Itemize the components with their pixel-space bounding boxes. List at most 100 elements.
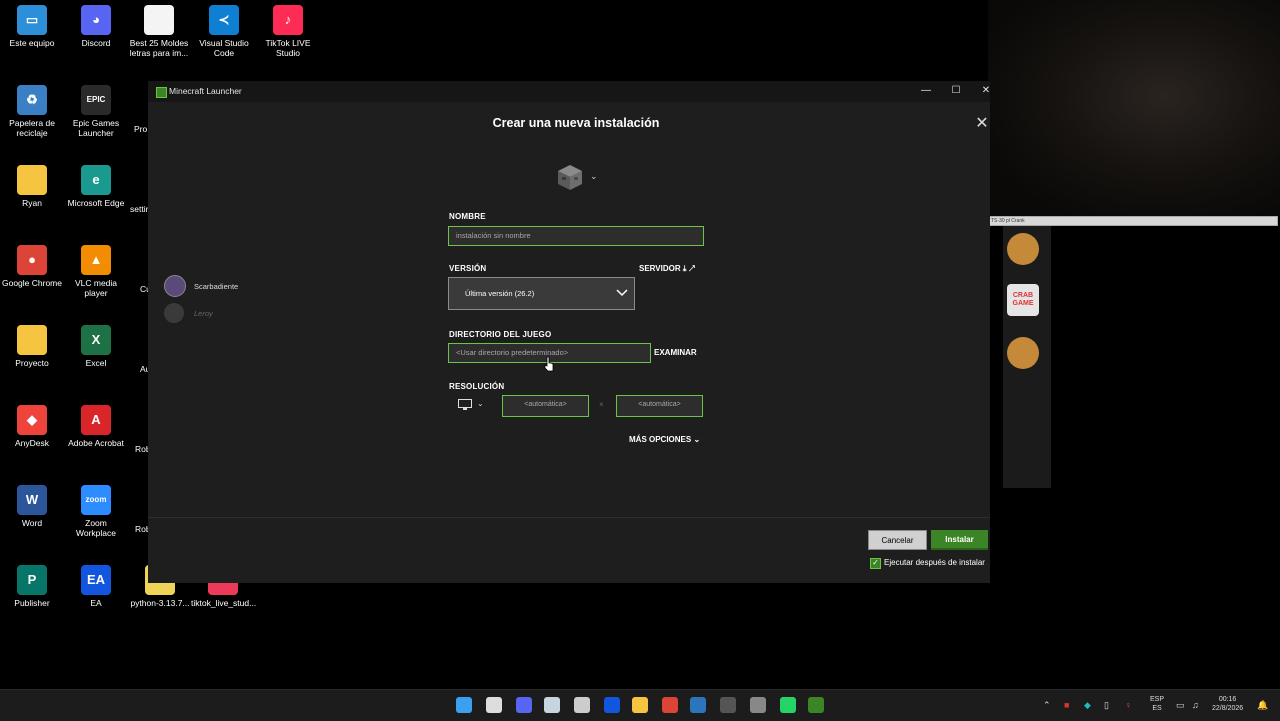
side-app-crab-game[interactable]: CRAB GAME [1007,284,1039,316]
clock-date: 22/8/2026 [1212,705,1244,712]
desktop-app-icon: W [17,485,47,515]
version-label: VERSIÓN [449,264,487,273]
download-icon: ⤓ [682,264,687,273]
desktop-icon[interactable]: ◕ Discord [64,5,128,48]
battery-icon[interactable]: ▯ [1104,700,1109,711]
chevron-up-icon[interactable]: ⌃ [1043,700,1051,711]
tray-app-icon[interactable]: ◆ [1084,700,1091,711]
microphone-icon[interactable]: ♀ [1125,700,1132,710]
desktop-app-icon: ◕ [81,5,111,35]
volume-icon[interactable]: ♫ [1192,700,1199,710]
friend-avatar[interactable] [164,303,184,323]
ea-icon[interactable] [604,697,620,713]
desktop-icon-label: EA [90,598,102,608]
chevron-down-icon[interactable]: ⌄ [477,399,484,408]
clock[interactable]: 00:16 22/8/2026 [1212,695,1243,713]
install-button[interactable]: Instalar [931,530,988,550]
desktop-icon[interactable]: ♻ Papelera de reciclaje [0,85,64,138]
chrome-icon[interactable] [662,697,678,713]
close-dialog-icon[interactable]: ✕ [974,113,990,133]
network-icon[interactable]: ▭ [1176,700,1185,711]
desktop-icon[interactable]: ◆ AnyDesk [0,405,64,448]
start-icon[interactable] [456,697,472,713]
version-select[interactable]: Última versión (26.2) [448,277,635,310]
desktop-icon[interactable]: EA EA [64,565,128,608]
friend-name[interactable]: Scarbadiente [194,282,238,291]
launcher-window: Minecraft Launcher — ☐ ✕ Crear una nueva… [148,81,990,583]
game-dir-label: DIRECTORIO DEL JUEGO [449,330,552,339]
search-icon[interactable] [486,697,502,713]
browse-button[interactable]: EXAMINAR [654,348,697,357]
desktop-app-icon: ● [17,245,47,275]
explorer-icon[interactable] [632,697,648,713]
friend-name[interactable]: Leroy [194,309,213,318]
whatsapp-icon[interactable] [780,697,796,713]
run-after-install-label: Ejecutar después de instalar [884,558,985,567]
desktop-icon[interactable]: zoom Zoom Workplace [64,485,128,538]
desktop-icon[interactable]: P Publisher [0,565,64,608]
friend-avatar[interactable] [164,275,186,297]
version-value: Última versión (26.2) [465,289,535,298]
desktop-icon[interactable]: ▲ VLC media player [64,245,128,298]
epic-icon[interactable] [574,697,590,713]
desktop-icon[interactable]: A Adobe Acrobat [64,405,128,448]
desktop-icon[interactable]: W Word [0,485,64,528]
window-close-button[interactable]: ✕ [979,85,993,96]
steam-icon[interactable] [544,697,560,713]
minecraft-icon[interactable] [808,697,824,713]
desktop-app-icon: A [81,405,111,435]
obs-icon[interactable] [750,697,766,713]
cancel-button[interactable]: Cancelar [868,530,927,550]
side-app-avatar-1[interactable] [1007,233,1039,265]
minimize-button[interactable]: — [919,85,933,96]
resolution-label: RESOLUCIÓN [449,382,505,391]
notification-bell-icon[interactable]: 🔔 [1257,700,1268,711]
resolution-separator: × [599,400,604,409]
chevron-down-icon: ⌄ [693,435,701,444]
installation-icon[interactable] [556,163,584,191]
desktop-icon-label: Adobe Acrobat [68,438,124,448]
taskbar: ⌃ ■ ◆ ▯ ♀ ESP ES ▭ ♫ 00:16 22/8/2026 🔔 [0,689,1280,721]
monitor-icon[interactable] [458,399,472,410]
run-after-install-checkbox[interactable]: ✓ [870,558,881,569]
desktop-icon[interactable]: Proyecto [0,325,64,368]
dialog-title: Crear una nueva instalación [492,116,660,130]
terminal-icon[interactable] [720,697,736,713]
desktop-icon[interactable]: e Microsoft Edge [64,165,128,208]
desktop-app-icon: EA [81,565,111,595]
desktop-icon-label: Excel [85,358,107,368]
desktop-icon-label: Best 25 Moldes letras para im... [129,38,189,58]
server-link[interactable]: SERVIDOR ⤓ ↗ [639,264,695,274]
chevron-down-icon[interactable]: ⌄ [590,171,598,182]
external-link-icon: ↗ [688,264,696,273]
desktop-icon[interactable]: EPIC Epic Games Launcher [64,85,128,138]
discord-icon[interactable] [516,697,532,713]
desktop-icon-label: Discord [81,38,111,48]
resolution-height-input[interactable]: <automática> [616,395,703,417]
language-indicator[interactable]: ESP ES [1150,695,1164,713]
tray-app-icon[interactable]: ■ [1064,700,1069,710]
mouse-cursor-icon [544,356,554,372]
desktop-icon-label: Visual Studio Code [199,38,249,58]
side-app-avatar-2[interactable] [1007,337,1039,369]
webcam-caption-text: TS·30 pl Crank [991,218,1025,224]
minecraft-logo-icon [156,87,167,98]
title-bar[interactable]: Minecraft Launcher — ☐ ✕ [148,81,990,102]
steam-alt-icon[interactable] [690,697,706,713]
desktop-app-icon: ▭ [17,5,47,35]
resolution-width-input[interactable]: <automática> [502,395,589,417]
more-options-toggle[interactable]: MÁS OPCIONES ⌄ [629,435,700,444]
desktop-icon[interactable]: ≺ Visual Studio Code [192,5,256,58]
desktop-icon[interactable]: Ryan [0,165,64,208]
desktop-icon[interactable]: Best 25 Moldes letras para im... [127,5,191,58]
maximize-button[interactable]: ☐ [949,85,963,96]
desktop-icon[interactable]: X Excel [64,325,128,368]
name-input[interactable]: instalación sin nombre [448,226,704,246]
desktop-icon-label: Publisher [14,598,50,608]
desktop-icon[interactable]: ▭ Este equipo [0,5,64,48]
desktop-icon-label: TikTok LIVE Studio [265,38,311,58]
desktop-icon-label: tiktok_live_stud... [191,598,257,608]
desktop-icon[interactable]: ♪ TikTok LIVE Studio [256,5,320,58]
name-label: NOMBRE [449,212,486,221]
desktop-icon[interactable]: ● Google Chrome [0,245,64,288]
